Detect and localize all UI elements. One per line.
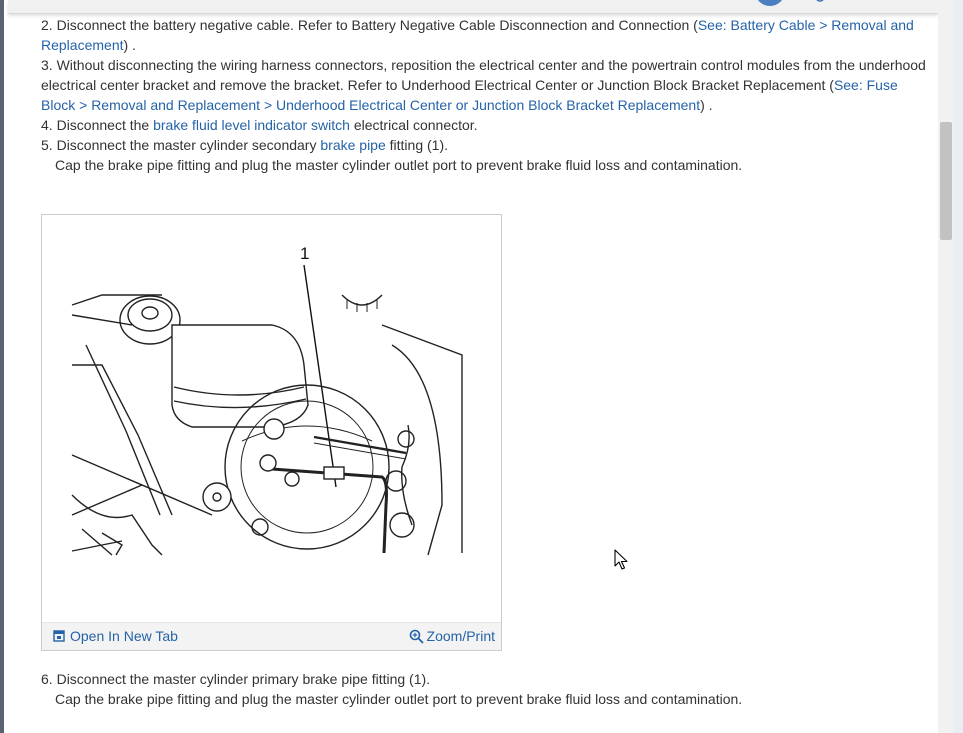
step-item: 4. Disconnect the brake fluid level indi…	[41, 115, 931, 135]
step-text: Without disconnecting the wiring harness…	[41, 57, 926, 93]
side-panel-edge	[954, 0, 963, 733]
step-text-end: fitting (1).	[385, 137, 449, 153]
step-number: 3.	[41, 57, 53, 73]
step-item: 3. Without disconnecting the wiring harn…	[41, 55, 931, 115]
scrollbar-thumb[interactable]	[940, 122, 952, 240]
step-number: 6.	[41, 671, 53, 687]
top-toolbar	[8, 0, 938, 14]
figure-footer: Open In New Tab Zoom/Print	[42, 622, 501, 650]
step-number: 2.	[41, 17, 53, 33]
step-text: Disconnect the master cylinder secondary	[52, 137, 321, 153]
mouse-cursor-icon	[614, 549, 628, 570]
step-note: Cap the brake pipe fitting and plug the …	[55, 691, 743, 707]
zoom-print-button[interactable]: Zoom/Print	[409, 628, 495, 644]
step-item: 6. Disconnect the master cylinder primar…	[41, 669, 931, 689]
zoom-print-label: Zoom/Print	[426, 628, 495, 644]
window-edge	[0, 0, 4, 733]
callout-label: 1	[300, 244, 309, 263]
step-item: 5. Disconnect the master cylinder second…	[41, 135, 931, 155]
toolbar-icon[interactable]	[805, 0, 827, 3]
procedure-steps: 2. Disconnect the battery negative cable…	[41, 15, 931, 175]
step-text-end: ) .	[123, 37, 136, 53]
procedure-steps-continued: 6. Disconnect the master cylinder primar…	[41, 669, 931, 709]
brake-pipe-link[interactable]: brake pipe	[320, 137, 385, 153]
step-text-end: ) .	[700, 97, 713, 113]
step-number: 5.	[41, 137, 53, 153]
toolbar-round-button[interactable]	[755, 0, 785, 6]
step-item: 2. Disconnect the battery negative cable…	[41, 15, 931, 55]
step-note: Cap the brake pipe fitting and plug the …	[55, 157, 743, 173]
step-text: Disconnect the master cylinder primary b…	[52, 671, 431, 687]
open-new-tab-icon	[53, 630, 65, 642]
step-text: Disconnect the battery negative cable. R…	[52, 17, 698, 33]
magnifier-icon	[409, 629, 424, 644]
open-in-new-tab-button[interactable]: Open In New Tab	[53, 628, 178, 644]
vertical-scrollbar[interactable]	[938, 0, 954, 733]
brake-fluid-switch-link[interactable]: brake fluid level indicator switch	[153, 117, 350, 133]
figure-panel: 1 Open In New Tab Zoom/Print	[41, 214, 502, 651]
step-text-end: electrical connector.	[349, 117, 478, 133]
step-text: Disconnect the	[52, 117, 154, 133]
brake-master-cylinder-illustration[interactable]: 1	[42, 215, 501, 623]
step-number: 4.	[41, 117, 53, 133]
open-in-new-tab-label: Open In New Tab	[70, 628, 178, 644]
